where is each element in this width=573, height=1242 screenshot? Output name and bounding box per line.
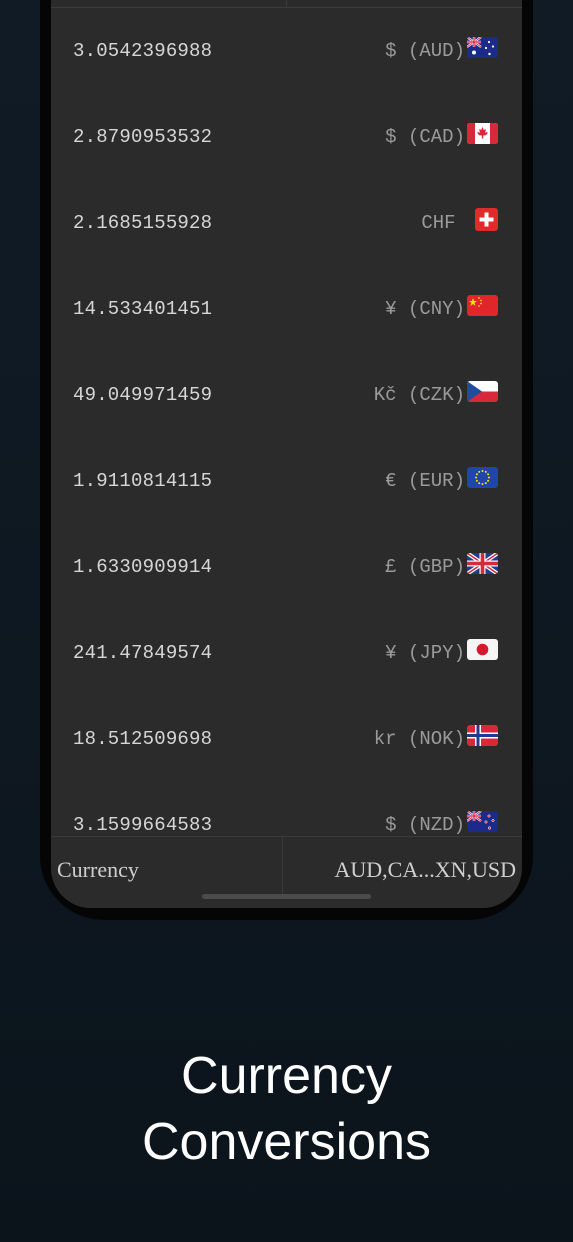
australia-flag-icon — [467, 37, 498, 59]
bottom-toolbar: Currency AUD,CA...XN,USD — [51, 836, 522, 908]
rate-row-czk[interactable]: 49.049971459 Kč (CZK) — [51, 352, 522, 438]
canada-flag-icon — [467, 123, 498, 145]
rate-value: 3.0542396988 — [73, 40, 213, 62]
rate-row-cad[interactable]: 2.8790953532 $ (CAD) — [51, 94, 522, 180]
rate-row-cny[interactable]: 14.533401451 ¥ (CNY) — [51, 266, 522, 352]
norway-flag-icon — [467, 725, 498, 747]
currency-code: € (EUR) — [385, 470, 465, 492]
currency-code: kr (NOK) — [373, 728, 465, 750]
rate-code-wrap: ¥ (JPY) — [385, 610, 498, 696]
rate-value: 18.512509698 — [73, 728, 213, 750]
currency-code: $ (AUD) — [385, 40, 465, 62]
home-indicator — [202, 894, 371, 899]
czech-flag-icon — [467, 381, 498, 403]
rate-row-nok[interactable]: 18.512509698 kr (NOK) — [51, 696, 522, 782]
rate-code-wrap: $ (CAD) — [385, 94, 498, 180]
app-screen: 3.0542396988 $ (AUD) 2.8790953532 $ (CAD… — [51, 0, 522, 908]
currency-label-button[interactable]: Currency — [57, 837, 139, 903]
rate-value: 14.533401451 — [73, 298, 213, 320]
currency-code: ¥ (CNY) — [385, 298, 465, 320]
rate-value: 241.47849574 — [73, 642, 213, 664]
currency-code: $ (NZD) — [385, 814, 465, 836]
currency-code: CHF — [421, 212, 456, 234]
caption-line-1: Currency — [181, 1047, 392, 1105]
new-zealand-flag-icon — [467, 811, 498, 833]
rate-code-wrap: £ (GBP) — [385, 524, 498, 610]
currency-code: ¥ (JPY) — [385, 642, 465, 664]
bottom-divider — [282, 837, 283, 895]
rate-code-wrap: $ (AUD) — [385, 8, 498, 94]
japan-flag-icon — [467, 639, 498, 661]
rate-row-gbp[interactable]: 1.6330909914 £ (GBP) — [51, 524, 522, 610]
uk-flag-icon — [467, 553, 498, 575]
currency-code: $ (CAD) — [385, 126, 465, 148]
eu-flag-icon — [467, 467, 498, 489]
currency-code: £ (GBP) — [385, 556, 465, 578]
rate-row-chf[interactable]: 2.1685155928 CHF — [51, 180, 522, 266]
rate-row-eur[interactable]: 1.9110814115 € (EUR) — [51, 438, 522, 524]
rate-value: 1.9110814115 — [73, 470, 213, 492]
rate-value: 1.6330909914 — [73, 556, 213, 578]
top-bar — [51, 0, 522, 8]
currency-code: Kč (CZK) — [373, 384, 465, 406]
rate-value: 2.8790953532 — [73, 126, 213, 148]
rate-row-jpy[interactable]: 241.47849574 ¥ (JPY) — [51, 610, 522, 696]
caption-line-2: Conversions — [141, 1113, 432, 1171]
rate-value: 2.1685155928 — [73, 212, 213, 234]
rate-code-wrap: € (EUR) — [385, 438, 498, 524]
china-flag-icon — [467, 295, 498, 317]
rate-row-aud[interactable]: 3.0542396988 $ (AUD) — [51, 8, 522, 94]
rate-code-wrap: CHF — [421, 180, 498, 266]
rate-code-wrap: ¥ (CNY) — [385, 266, 498, 352]
switzerland-flag-icon — [475, 208, 498, 232]
rate-code-wrap: Kč (CZK) — [374, 352, 498, 438]
rate-value: 49.049971459 — [73, 384, 213, 406]
top-divider — [286, 0, 287, 7]
rate-code-wrap: kr (NOK) — [374, 696, 498, 782]
